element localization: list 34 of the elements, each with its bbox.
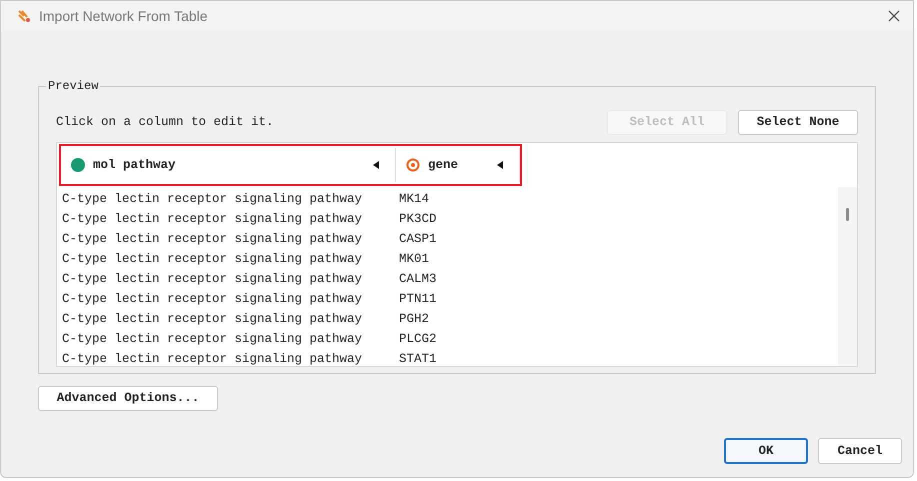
column-header[interactable]: mol pathway xyxy=(61,148,396,182)
close-icon[interactable] xyxy=(887,9,901,23)
scrollbar[interactable] xyxy=(838,187,857,366)
table-cell-text: CALM3 xyxy=(399,270,437,288)
table-cell-text: PGH2 xyxy=(399,310,430,328)
table-cell-text: C-type lectin receptor signaling pathway xyxy=(62,270,364,288)
table-cell-text: C-type lectin receptor signaling pathway xyxy=(62,350,364,368)
window-title: Import Network From Table xyxy=(39,6,208,26)
scroll-thumb[interactable] xyxy=(846,208,849,221)
table-cell-text: MK01 xyxy=(399,250,430,268)
select-button[interactable]: Select None xyxy=(738,110,858,135)
column-header[interactable]: gene xyxy=(396,148,520,182)
hint-text: Click on a column to edit it. xyxy=(56,114,274,132)
target-icon xyxy=(406,158,420,172)
table-cell-text: C-type lectin receptor signaling pathway xyxy=(62,190,364,208)
table-cell-text: CASP1 xyxy=(399,230,437,248)
table-cell-text: C-type lectin receptor signaling pathway xyxy=(62,310,364,328)
advanced-options-button[interactable]: Advanced Options... xyxy=(38,386,218,411)
table-cell-text: C-type lectin receptor signaling pathway xyxy=(62,210,364,228)
table-cell-text: STAT1 xyxy=(399,350,437,368)
table-cell-text: C-type lectin receptor signaling pathway xyxy=(62,330,364,348)
table-cell-text: PK3CD xyxy=(399,210,437,228)
table-cell-text: C-type lectin receptor signaling pathway xyxy=(62,230,364,248)
table-cell-text: PTN11 xyxy=(399,290,437,308)
app-icon xyxy=(17,9,31,23)
caret-icon[interactable] xyxy=(373,161,379,169)
table-cell-text: C-type lectin receptor signaling pathway xyxy=(62,290,364,308)
caret-icon[interactable] xyxy=(497,161,503,169)
dialog-button[interactable]: Cancel xyxy=(818,438,902,464)
group-legend: Preview xyxy=(46,77,100,95)
table-cell-text: MK14 xyxy=(399,190,430,208)
table-cell-text: PLCG2 xyxy=(399,330,437,348)
table-cell-text: C-type lectin receptor signaling pathway xyxy=(62,250,364,268)
dialog-button[interactable]: OK xyxy=(724,438,808,464)
